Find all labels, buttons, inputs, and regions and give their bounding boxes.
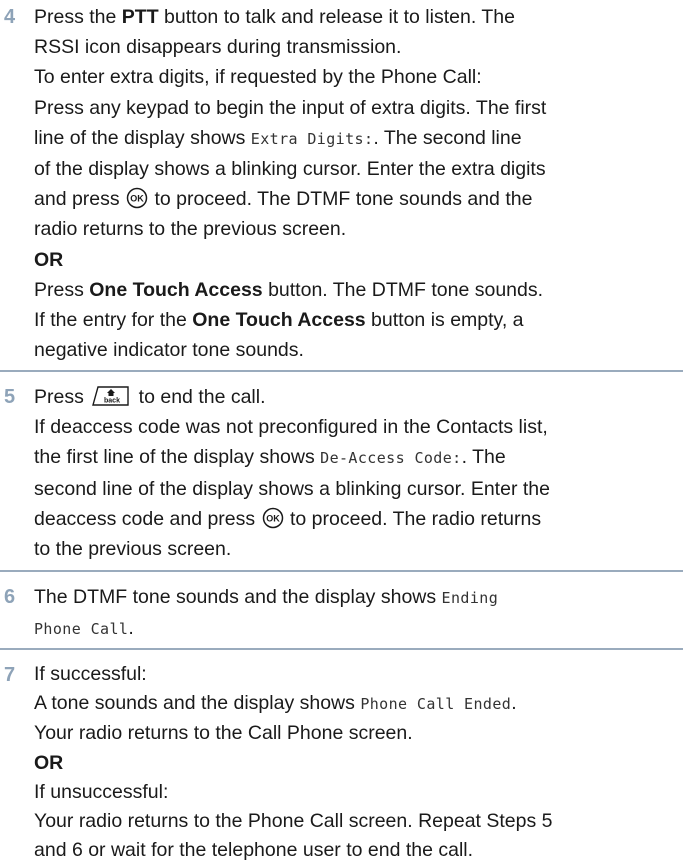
text-line: second line of the display shows a blink… [34,477,550,500]
text-line: radio returns to the previous screen. [34,218,347,241]
step-divider [0,370,683,372]
text: Press the [34,6,122,28]
text-line: Phone Call. [34,613,678,644]
text-line: Press One Touch Access button. The DTMF … [34,275,678,305]
text-line: negative indicator tone sounds. [34,339,304,362]
text: button is empty, a [365,309,524,332]
svg-text:OK: OK [266,513,280,523]
step-divider [0,570,683,572]
step-number: 7 [4,664,16,686]
step-body: Press the PTT button to talk and release… [34,2,678,365]
text: Press [34,386,90,408]
text-line: OR [34,245,678,275]
text: deaccess code and press [34,507,261,530]
display-text: Phone Call [34,620,129,639]
text: to proceed. The radio returns [284,507,542,530]
text-line: Your radio returns to the Call Phone scr… [34,722,413,745]
text-line: the first line of the display shows De-A… [34,442,678,473]
text: the first line of the display shows [34,446,321,469]
text-line: and press OK to proceed. The DTMF tone s… [34,184,678,214]
ptt-label: PTT [121,6,159,28]
step-body: If successful: A tone sounds and the dis… [34,660,678,865]
step-divider [0,648,683,650]
text-line: If successful: [34,663,147,685]
text: . [128,617,134,640]
text: . [511,692,517,715]
one-touch-access-label: One Touch Access [192,309,366,332]
text-line: OR [34,749,678,778]
text-line: RSSI icon disappears during transmission… [34,36,402,59]
text: The DTMF tone sounds and the display sho… [34,586,442,608]
text-line: deaccess code and press OK to proceed. T… [34,504,678,534]
display-text: De-Access Code: [320,449,462,468]
text: . The [461,446,506,469]
text-line: Your radio returns to the Phone Call scr… [34,810,553,833]
text: If the entry for the [34,309,193,332]
text-line: line of the display shows Extra Digits:.… [34,123,678,154]
text: button. The DTMF tone sounds. [262,278,544,301]
step-number: 6 [4,586,16,608]
text-line: To enter extra digits, if requested by t… [34,66,482,89]
step-number: 4 [4,6,16,28]
text-line: A tone sounds and the display shows Phon… [34,689,678,719]
text: A tone sounds and the display shows [34,692,361,715]
text: . The second line [373,126,522,149]
text-line: If the entry for the One Touch Access bu… [34,305,678,335]
step-body: Press back to end the call. If deaccess … [34,382,678,564]
one-touch-access-label: One Touch Access [89,278,263,301]
text: Press [34,278,90,301]
text-line: Press the PTT button to talk and release… [34,2,678,32]
text-line: Press back to end the call. [34,382,678,412]
or-label: OR [34,248,64,271]
display-text: Phone Call Ended [360,695,512,714]
text-line: of the display shows a blinking cursor. … [34,158,546,181]
manual-page: 4 Press the PTT button to talk and relea… [0,0,683,862]
step-body: The DTMF tone sounds and the display sho… [34,582,678,644]
svg-text:back: back [104,398,120,405]
step-number: 5 [4,386,16,408]
text-line: Press any keypad to begin the input of e… [34,96,547,119]
ok-button-icon: OK [126,187,148,209]
or-label: OR [34,751,64,774]
display-text: Ending [441,589,499,607]
text: and press [34,188,126,211]
display-text: Extra Digits: [250,129,374,148]
text-line: If deaccess code was not preconfigured i… [34,416,548,439]
text: to end the call. [133,386,266,408]
text-line: to the previous screen. [34,538,232,561]
text: to proceed. The DTMF tone sounds and the [149,188,533,211]
svg-text:OK: OK [130,194,144,204]
text-line: If unsuccessful: [34,780,169,803]
text: button to talk and release it to listen.… [158,6,515,28]
text-line: The DTMF tone sounds and the display sho… [34,582,678,613]
text: line of the display shows [34,126,251,149]
ok-button-icon: OK [262,507,283,529]
text-line: and 6 or wait for the telephone user to … [34,839,474,862]
back-home-key-icon: back [92,386,129,406]
